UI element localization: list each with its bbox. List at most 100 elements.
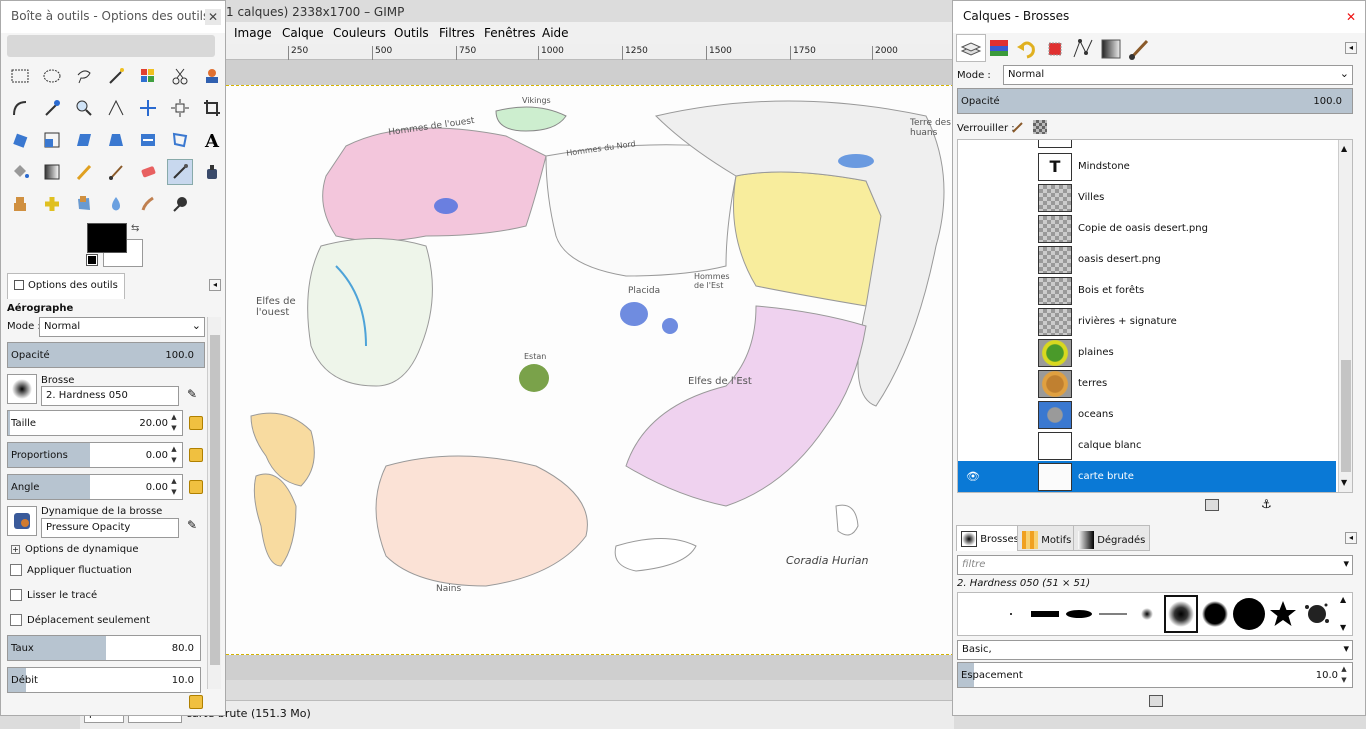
brush-thin-line[interactable] bbox=[1096, 595, 1130, 633]
layer-row-carte-brute[interactable]: 👁 carte brute bbox=[958, 461, 1336, 492]
flip-icon[interactable] bbox=[135, 127, 161, 153]
tab-brushes[interactable]: Brosses bbox=[956, 525, 1024, 551]
menu-couleurs[interactable]: Couleurs bbox=[333, 26, 386, 40]
reset-ratio-icon[interactable] bbox=[189, 448, 203, 462]
layers-scroll-thumb[interactable] bbox=[1341, 360, 1351, 472]
edit-icon[interactable]: ✎ bbox=[187, 387, 197, 401]
selection-tab-icon[interactable] bbox=[1043, 37, 1067, 61]
dynamics-field[interactable]: Pressure Opacity bbox=[41, 518, 179, 538]
zoom-icon[interactable] bbox=[71, 95, 97, 121]
measure-icon[interactable] bbox=[103, 95, 129, 121]
undo-history-tab-icon[interactable] bbox=[1015, 37, 1039, 61]
perspective-clone-icon[interactable] bbox=[71, 191, 97, 217]
smooth-checkbox[interactable] bbox=[10, 589, 22, 601]
angle-slider[interactable]: Angle 0.00 ▲ ▼ bbox=[7, 474, 183, 500]
splatter-brush-icon[interactable] bbox=[1300, 595, 1334, 633]
brush-preview-icon[interactable] bbox=[7, 374, 37, 404]
star-brush-icon[interactable] bbox=[1266, 595, 1300, 633]
layer-row-plaines[interactable]: plaines bbox=[963, 337, 1341, 368]
default-colors-icon[interactable] bbox=[86, 254, 98, 266]
reset-all-icon[interactable] bbox=[189, 695, 203, 709]
gradient-tab-icon[interactable] bbox=[1099, 37, 1123, 61]
rotate-icon[interactable] bbox=[7, 127, 33, 153]
paths-icon[interactable] bbox=[7, 95, 33, 121]
paintbrush-icon[interactable] bbox=[103, 159, 129, 185]
layer-row-copie-oasis[interactable]: Copie de oasis desert.png bbox=[963, 213, 1341, 244]
lock-alpha-icon[interactable] bbox=[1033, 120, 1047, 134]
mode-select[interactable]: Normal ⌄ bbox=[39, 317, 205, 337]
heal-icon[interactable] bbox=[39, 191, 65, 217]
dynamics-icon[interactable] bbox=[7, 506, 37, 536]
brush-name-field[interactable]: 2. Hardness 050 bbox=[41, 386, 179, 406]
layer-row-villes[interactable]: Villes bbox=[963, 182, 1341, 213]
incremental-checkbox[interactable] bbox=[10, 614, 22, 626]
scroll-down-icon[interactable]: ▼ bbox=[1340, 623, 1346, 632]
smudge-icon[interactable] bbox=[135, 191, 161, 217]
menu-fenetres[interactable]: Fenêtres bbox=[484, 26, 536, 40]
blur-icon[interactable] bbox=[103, 191, 129, 217]
layer-row-bois[interactable]: Bois et forêts bbox=[963, 275, 1341, 306]
align-icon[interactable] bbox=[167, 95, 193, 121]
text-tool-icon[interactable]: A bbox=[199, 127, 225, 153]
select-by-color-icon[interactable] bbox=[135, 63, 161, 89]
brush-ellipse[interactable] bbox=[1062, 595, 1096, 633]
brush-hardness-050[interactable] bbox=[1164, 595, 1198, 633]
eraser-icon[interactable] bbox=[135, 159, 161, 185]
size-slider[interactable]: Taille 20.00 ▲ ▼ bbox=[7, 410, 183, 436]
close-icon[interactable]: ✕ bbox=[1343, 9, 1359, 25]
tab-gradients[interactable]: Dégradés bbox=[1073, 525, 1151, 551]
tab-menu-icon[interactable]: ◂ bbox=[1345, 42, 1357, 54]
scissors-icon[interactable] bbox=[167, 63, 193, 89]
layer-row-terres[interactable]: terres bbox=[963, 368, 1341, 399]
clone-icon[interactable] bbox=[7, 191, 33, 217]
ratio-slider[interactable]: Proportions 0.00 ▲ ▼ bbox=[7, 442, 183, 468]
lasso-icon[interactable] bbox=[71, 63, 97, 89]
layer-opacity-slider[interactable]: Opacité 100.0 bbox=[957, 88, 1353, 114]
menu-outils[interactable]: Outils bbox=[394, 26, 429, 40]
brush-pixel[interactable] bbox=[994, 595, 1028, 633]
brush-set-select[interactable]: Basic, ▾ bbox=[957, 640, 1353, 660]
menu-aide[interactable]: Aide bbox=[542, 26, 569, 40]
crop-icon[interactable] bbox=[199, 95, 225, 121]
tab-menu-icon[interactable]: ◂ bbox=[1345, 532, 1357, 544]
brush-block-line[interactable] bbox=[1028, 595, 1062, 633]
layer-list[interactable]: T Mindstone Villes Copie de oasis desert… bbox=[957, 139, 1353, 493]
dynamics-options-label[interactable]: Options de dynamique bbox=[25, 544, 139, 555]
paths-tab-icon[interactable] bbox=[1071, 37, 1095, 61]
perspective-icon[interactable] bbox=[103, 127, 129, 153]
ink-icon[interactable] bbox=[199, 159, 225, 185]
channels-tab-icon[interactable] bbox=[987, 37, 1011, 61]
layer-row-calque-blanc[interactable]: calque blanc bbox=[963, 430, 1341, 461]
dodge-burn-icon[interactable] bbox=[167, 191, 193, 217]
layers-mode-select[interactable]: Normal ⌄ bbox=[1003, 65, 1353, 85]
spacing-slider[interactable]: Espacement 10.0 ▲ ▼ bbox=[957, 662, 1353, 688]
scale-icon[interactable] bbox=[39, 127, 65, 153]
options-scroll-thumb[interactable] bbox=[210, 335, 220, 665]
tab-menu-icon[interactable]: ◂ bbox=[209, 279, 221, 291]
shear-icon[interactable] bbox=[71, 127, 97, 153]
brush-hardness-100[interactable] bbox=[1232, 595, 1266, 633]
gradient-icon[interactable] bbox=[39, 159, 65, 185]
spacing-spinner-icon[interactable]: ▲ ▼ bbox=[1338, 664, 1350, 686]
cage-transform-icon[interactable] bbox=[167, 127, 193, 153]
duplicate-brush-icon[interactable] bbox=[1149, 695, 1163, 707]
reset-angle-icon[interactable] bbox=[189, 480, 203, 494]
anchor-icon[interactable]: ⚓ bbox=[1261, 497, 1272, 511]
brush-tab-icon[interactable] bbox=[1127, 37, 1151, 61]
map-canvas[interactable]: Hommes de l'ouest Hommes du Nord Vikings… bbox=[226, 85, 954, 655]
brush-soft-small[interactable] bbox=[1130, 595, 1164, 633]
layer-row-mindstone[interactable]: T Mindstone bbox=[963, 151, 1341, 182]
rate-slider[interactable]: Taux 80.0 bbox=[7, 635, 201, 661]
expand-icon[interactable]: + bbox=[11, 545, 20, 554]
scroll-down-icon[interactable]: ▼ bbox=[1341, 478, 1347, 487]
move-icon[interactable] bbox=[135, 95, 161, 121]
layer-row-rivieres[interactable]: rivières + signature bbox=[963, 306, 1341, 337]
menu-filtres[interactable]: Filtres bbox=[439, 26, 475, 40]
scroll-up-icon[interactable]: ▲ bbox=[1341, 144, 1347, 153]
visibility-eye-icon[interactable]: 👁 bbox=[966, 470, 980, 483]
layer-row-oceans[interactable]: oceans bbox=[963, 399, 1341, 430]
ellipse-select-icon[interactable] bbox=[39, 63, 65, 89]
layer-row-oasis[interactable]: oasis desert.png bbox=[963, 244, 1341, 275]
jitter-checkbox[interactable] bbox=[10, 564, 22, 576]
angle-spinner-icon[interactable]: ▲ ▼ bbox=[168, 476, 180, 498]
